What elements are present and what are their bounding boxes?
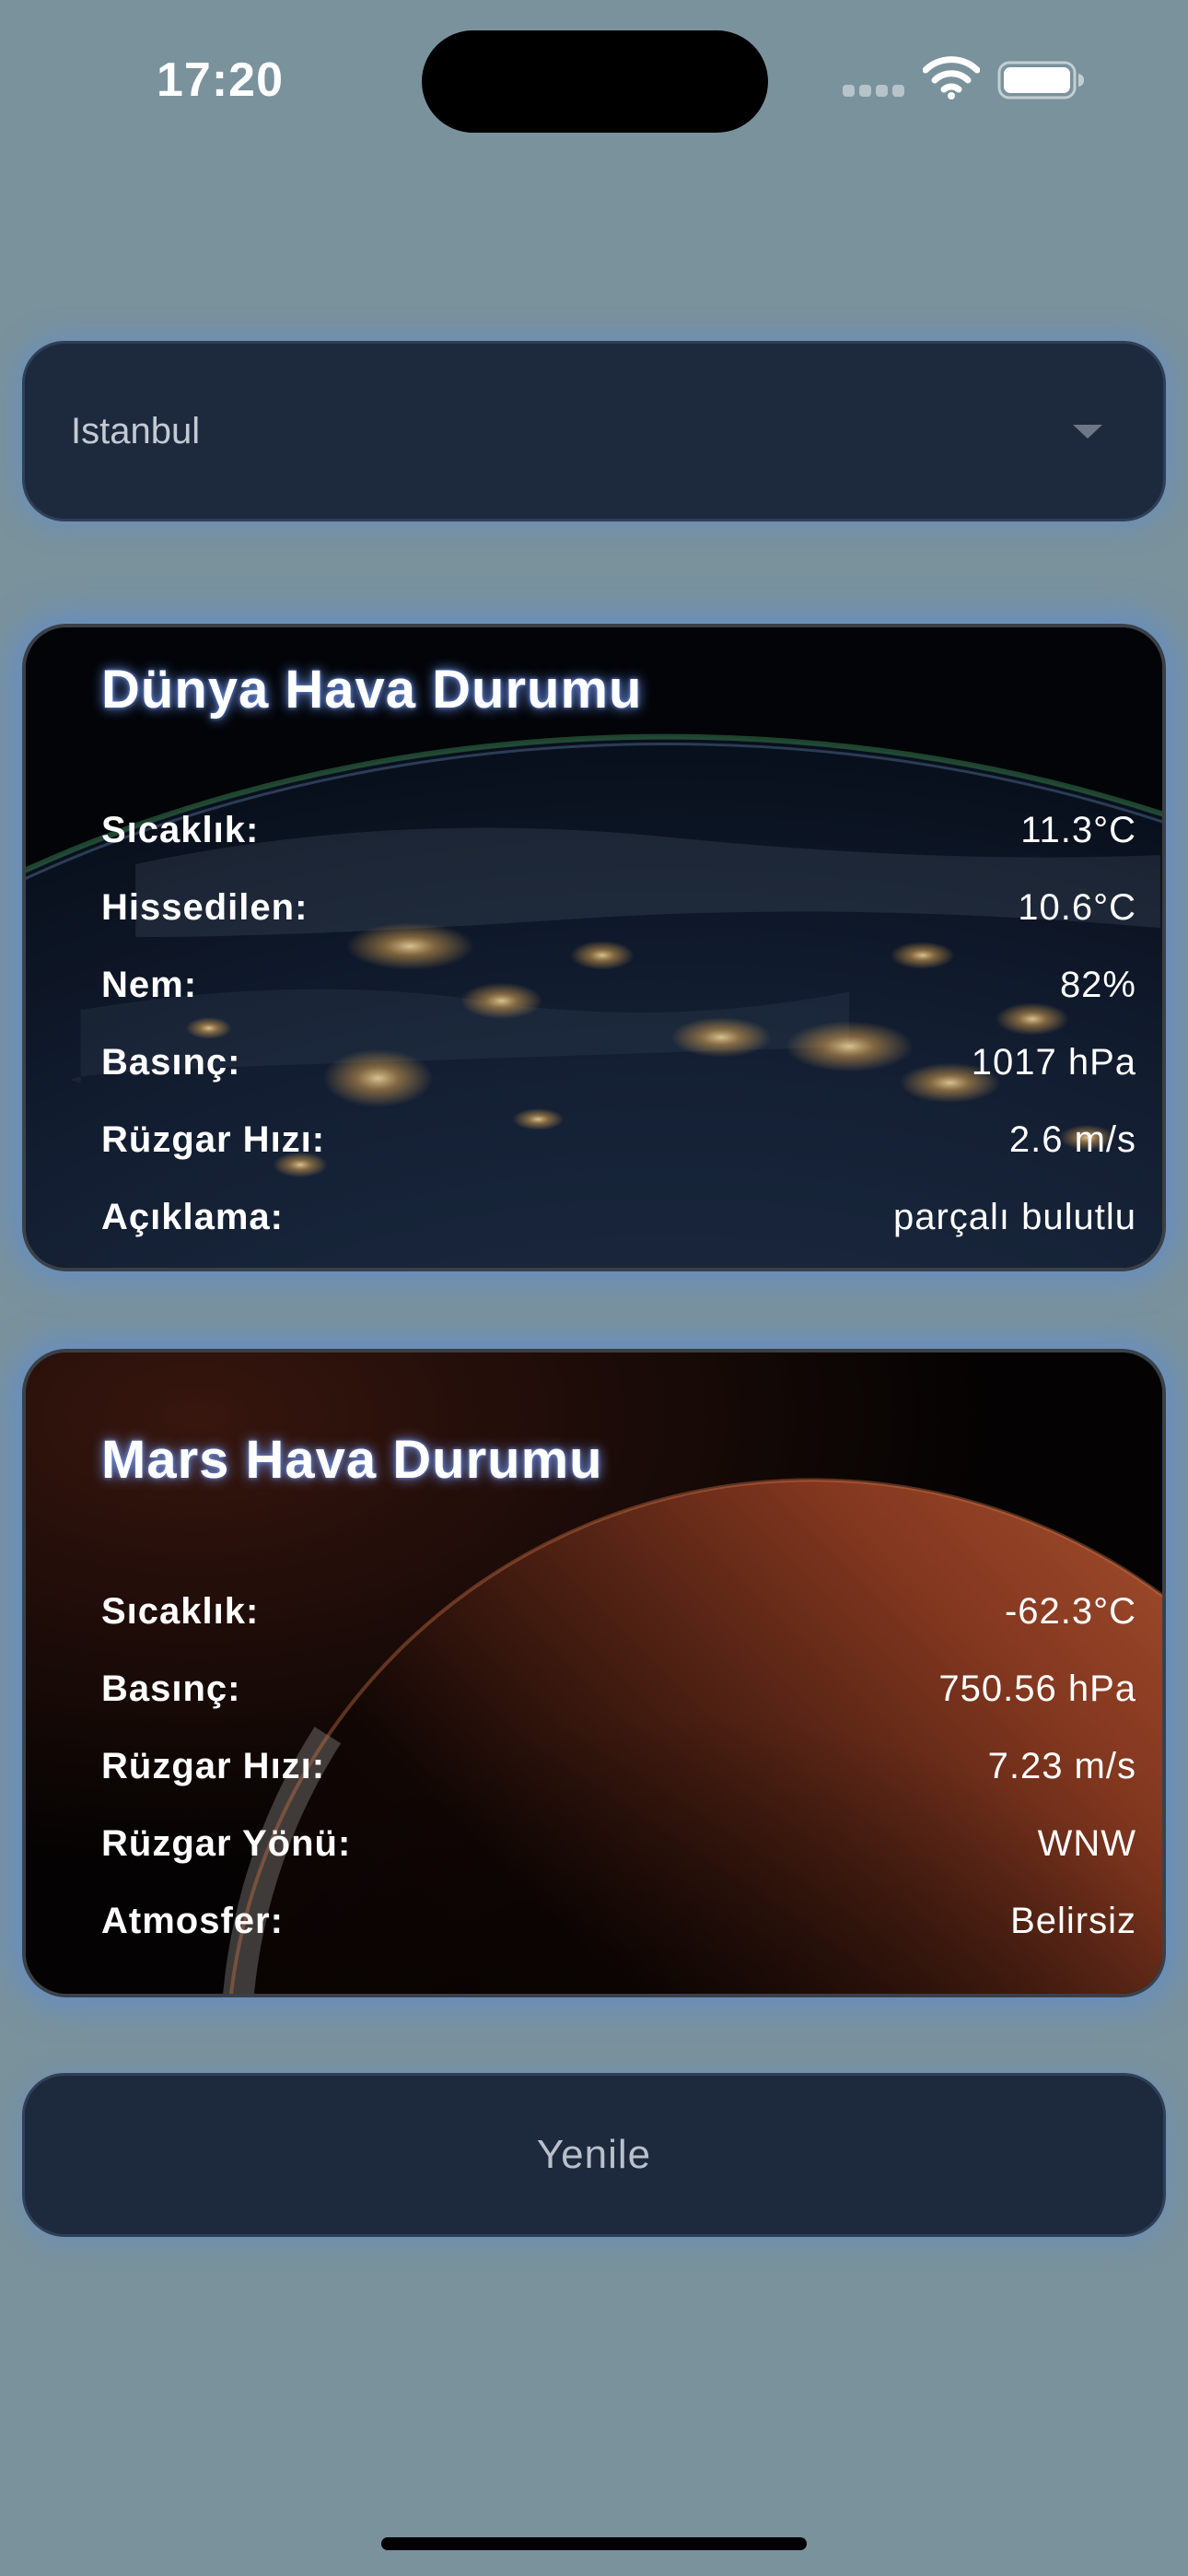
info-label: Rüzgar Hızı: bbox=[101, 1746, 326, 1786]
info-value: 82% bbox=[1059, 965, 1136, 1005]
mars-info-list: Sıcaklık: -62.3°C Basınç: 750.56 hPa Rüz… bbox=[101, 1573, 1136, 1960]
info-row-humidity: Nem: 82% bbox=[101, 946, 1136, 1024]
info-row-feels-like: Hissedilen: 10.6°C bbox=[101, 869, 1136, 946]
info-value: 7.23 m/s bbox=[987, 1746, 1136, 1786]
chevron-down-icon bbox=[1073, 425, 1102, 439]
info-row-description: Açıklama: parçalı bulutlu bbox=[101, 1178, 1136, 1256]
home-indicator[interactable] bbox=[381, 2537, 807, 2550]
mars-card-title: Mars Hava Durumu bbox=[101, 1430, 603, 1490]
info-value: 11.3°C bbox=[1020, 810, 1136, 850]
info-value: WNW bbox=[1037, 1823, 1136, 1864]
info-row-temperature: Sıcaklık: -62.3°C bbox=[101, 1573, 1136, 1650]
city-select[interactable]: Istanbul bbox=[22, 341, 1166, 521]
info-value: Belirsiz bbox=[1010, 1901, 1136, 1941]
battery-icon bbox=[997, 61, 1086, 100]
info-label: Atmosfer: bbox=[101, 1901, 284, 1941]
info-label: Nem: bbox=[101, 965, 198, 1005]
info-value: 750.56 hPa bbox=[938, 1669, 1136, 1709]
info-label: Basınç: bbox=[101, 1042, 241, 1083]
mars-weather-card: Mars Hava Durumu Sıcaklık: -62.3°C Basın… bbox=[22, 1349, 1166, 1997]
info-value: -62.3°C bbox=[1004, 1591, 1136, 1632]
info-label: Hissedilen: bbox=[101, 887, 309, 928]
info-value: 1017 hPa bbox=[971, 1042, 1136, 1083]
dynamic-island bbox=[422, 30, 768, 133]
info-row-wind-speed: Rüzgar Hızı: 2.6 m/s bbox=[101, 1101, 1136, 1178]
info-label: Sıcaklık: bbox=[101, 810, 260, 850]
info-row-atmosphere: Atmosfer: Belirsiz bbox=[101, 1882, 1136, 1960]
info-value: 2.6 m/s bbox=[1008, 1119, 1136, 1160]
info-label: Rüzgar Hızı: bbox=[101, 1119, 326, 1160]
info-label: Sıcaklık: bbox=[101, 1591, 260, 1632]
info-row-temperature: Sıcaklık: 11.3°C bbox=[101, 791, 1136, 869]
info-label: Basınç: bbox=[101, 1669, 241, 1709]
status-time: 17:20 bbox=[157, 53, 284, 107]
info-row-wind-direction: Rüzgar Yönü: WNW bbox=[101, 1805, 1136, 1882]
wifi-icon bbox=[922, 55, 981, 100]
info-row-pressure: Basınç: 750.56 hPa bbox=[101, 1650, 1136, 1727]
refresh-button[interactable]: Yenile bbox=[22, 2073, 1166, 2237]
earth-card-title: Dünya Hava Durumu bbox=[101, 660, 643, 720]
earth-info-list: Sıcaklık: 11.3°C Hissedilen: 10.6°C Nem:… bbox=[101, 791, 1136, 1256]
cellular-signal-icon bbox=[843, 85, 905, 98]
info-row-pressure: Basınç: 1017 hPa bbox=[101, 1024, 1136, 1101]
city-select-value: Istanbul bbox=[71, 411, 201, 451]
refresh-button-label: Yenile bbox=[536, 2132, 652, 2177]
info-row-wind-speed: Rüzgar Hızı: 7.23 m/s bbox=[101, 1727, 1136, 1805]
info-label: Rüzgar Yönü: bbox=[101, 1823, 352, 1864]
info-label: Açıklama: bbox=[101, 1197, 284, 1237]
earth-weather-card: Dünya Hava Durumu Sıcaklık: 11.3°C Hisse… bbox=[22, 624, 1166, 1271]
info-value: 10.6°C bbox=[1018, 887, 1136, 928]
info-value: parçalı bulutlu bbox=[892, 1197, 1136, 1237]
